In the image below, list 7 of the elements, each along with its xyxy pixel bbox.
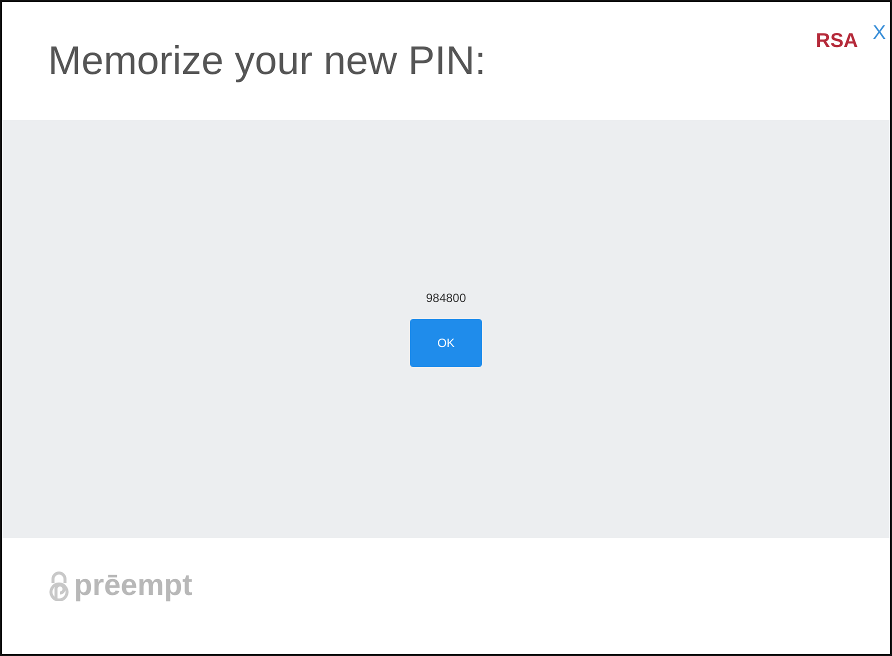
ok-button[interactable]: OK [410, 319, 482, 367]
close-button[interactable]: X [872, 22, 886, 45]
brand-wordmark: prēempt [74, 569, 192, 603]
lock-icon [48, 571, 70, 601]
brand-logo: RSA [816, 30, 858, 52]
pin-text: 984800 [426, 291, 466, 305]
dialog-title: Memorize your new PIN: [48, 38, 487, 84]
